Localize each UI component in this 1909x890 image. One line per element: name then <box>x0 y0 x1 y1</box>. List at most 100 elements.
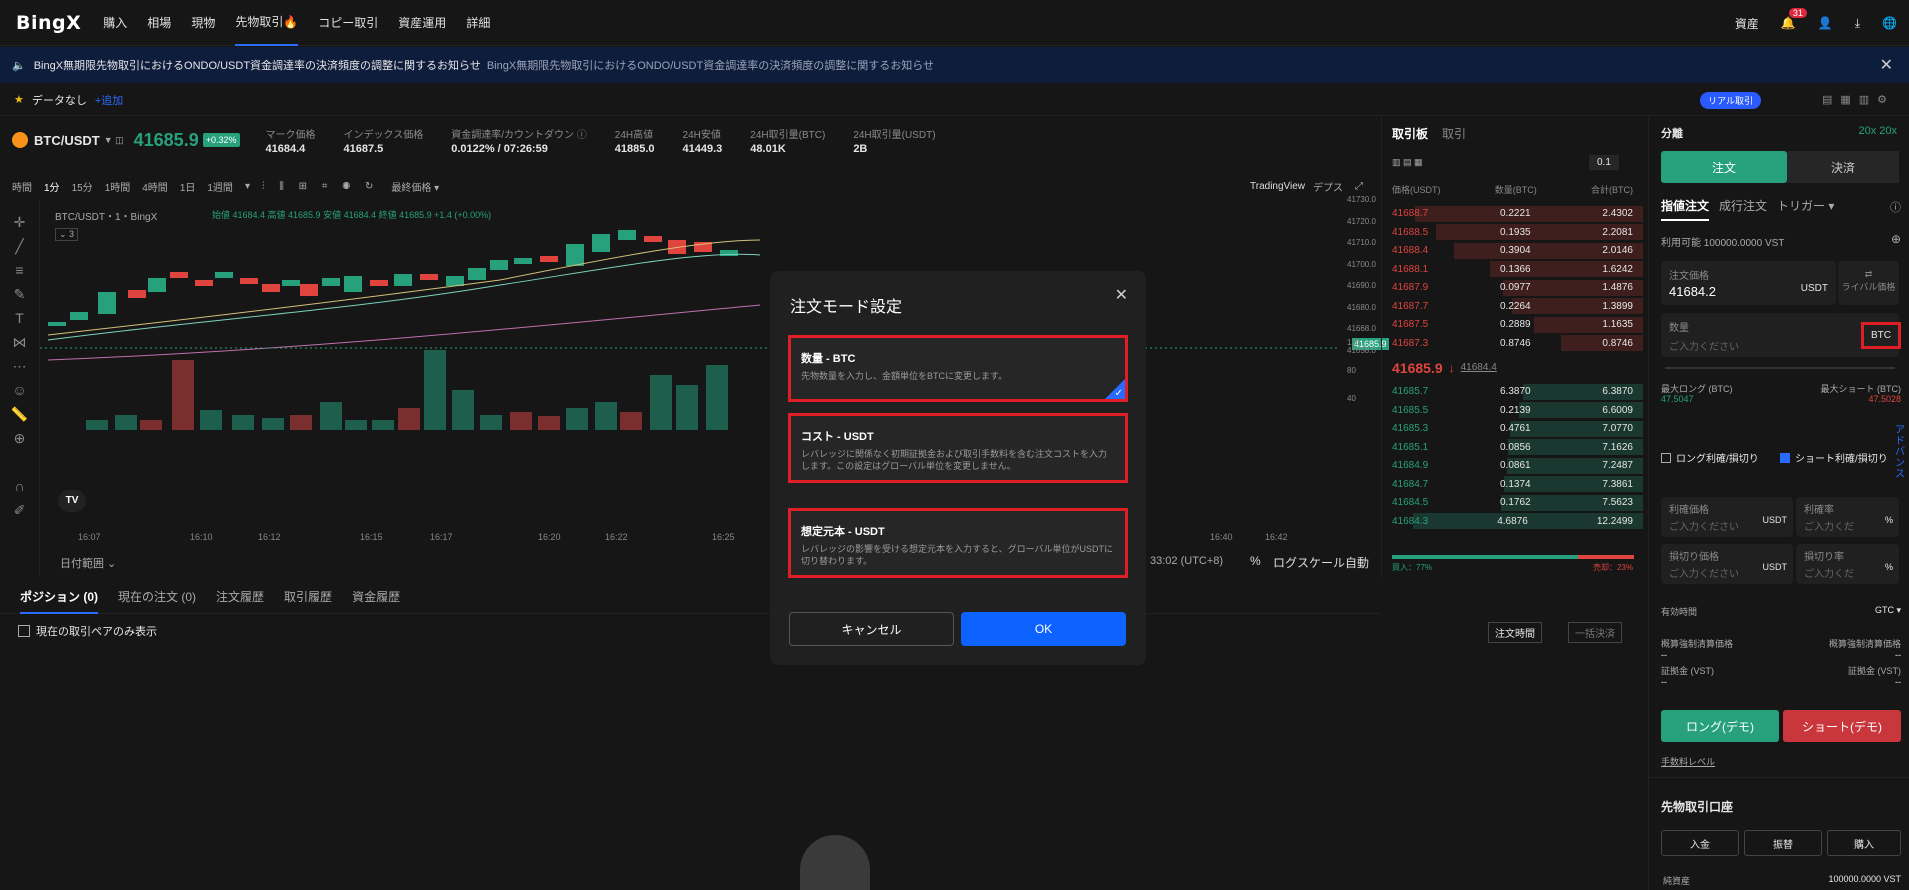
cancel-button[interactable]: キャンセル <box>789 612 954 646</box>
price-chart[interactable]: BTC/USDT・1・BingX 始値 41684.4 高値 41685.9 安… <box>0 195 1389 575</box>
banner-text[interactable]: BingX無期限先物取引におけるONDO/USDT資金調達率の決済頻度の調整に関… <box>34 57 481 73</box>
orderbook-row[interactable]: 41684.5 0.1762 7.5623 <box>1382 494 1643 513</box>
margin-mode[interactable]: 分離 <box>1661 125 1683 141</box>
orderbook-row[interactable]: 41685.7 6.3870 6.3870 <box>1382 383 1643 402</box>
leverage-select[interactable]: 20x 20x <box>1858 125 1897 137</box>
pair-selector[interactable]: BTC/USDT <box>34 133 100 148</box>
globe-icon[interactable]: 🌐 <box>1882 16 1897 30</box>
tp-price-field[interactable]: 利確価格 ご入力ください USDT <box>1661 497 1793 537</box>
interval-15m[interactable]: 15分 <box>72 179 93 194</box>
tab-order-history[interactable]: 注文履歴 <box>216 588 264 605</box>
long-tpsl-checkbox[interactable]: ロング利確/損切り <box>1661 450 1759 465</box>
close-icon[interactable]: ✕ <box>1115 285 1128 305</box>
expand-icon[interactable]: ⤢ <box>1355 181 1363 192</box>
layout-toggle-icons[interactable]: ▥ ▤ ▦ <box>1392 157 1423 168</box>
precision-select[interactable]: 0.1 <box>1589 155 1619 170</box>
quantity-slider[interactable] <box>1665 367 1895 369</box>
sl-rate-field[interactable]: 損切り率 ご入力くだ% <box>1796 544 1899 584</box>
tradingview-tab[interactable]: TradingView <box>1250 181 1305 192</box>
info-icon[interactable]: ⓘ <box>1890 199 1901 215</box>
nav-more[interactable]: 詳細 <box>466 0 490 46</box>
candlestick-chart[interactable] <box>0 200 1380 575</box>
sl-price-field[interactable]: 損切り価格 ご入力ください USDT <box>1661 544 1793 584</box>
log-scale[interactable]: ログスケール <box>1273 554 1345 571</box>
download-icon[interactable]: ⤓ <box>1855 16 1860 31</box>
live-trading-button[interactable]: リアル取引 <box>1700 92 1761 109</box>
add-funds-icon[interactable]: ⊕ <box>1891 232 1901 246</box>
bell-icon[interactable]: 🔔 31 <box>1781 8 1807 30</box>
deposit-button[interactable]: 入金 <box>1661 830 1739 856</box>
orderbook-row[interactable]: 41684.9 0.0861 7.2487 <box>1382 457 1643 476</box>
star-icon[interactable]: ★ <box>14 93 24 106</box>
close-icon[interactable]: ✕ <box>1880 55 1893 75</box>
tab-open-orders[interactable]: 現在の注文 (0) <box>118 588 196 605</box>
drawing-tools-icons[interactable]: ✛ ╱ ≡ ✎ T ⋈ ⋯ ☺ 📏 ⊕ ∩ ✐ <box>0 210 39 522</box>
tab-orderbook[interactable]: 取引板 <box>1392 125 1428 142</box>
option-notional-usdt[interactable]: 想定元本 - USDT レバレッジの影響を受ける想定元本を入力すると、グローバル… <box>788 508 1128 578</box>
rival-price-button[interactable]: ⇄ ライバル価格 <box>1838 261 1899 305</box>
orderbook-row[interactable]: 41685.3 0.4761 7.0770 <box>1382 420 1643 439</box>
interval-more[interactable]: ▾ <box>245 181 250 192</box>
percent-scale[interactable]: % <box>1250 554 1261 568</box>
interval-1w[interactable]: 1週間 <box>207 179 233 194</box>
orderbook-row[interactable]: 41688.7 0.2221 2.4302 <box>1382 205 1643 224</box>
close-all-button[interactable]: 一括決済 <box>1568 622 1622 643</box>
orderbook-row[interactable]: 41684.3 4.6876 12.2499 <box>1382 512 1643 531</box>
option-quantity-btc[interactable]: 数量 - BTC 先物数量を入力し、金額単位をBTCに変更します。 ✓ <box>788 335 1128 402</box>
interval-1d[interactable]: 1日 <box>180 179 196 194</box>
open-tab[interactable]: 注文 <box>1661 151 1787 183</box>
short-button[interactable]: ショート(デモ) <box>1783 710 1901 742</box>
bingx-logo[interactable]: BingX <box>16 12 81 34</box>
nav-earn[interactable]: 資産運用 <box>398 0 446 46</box>
long-button[interactable]: ロング(デモ) <box>1661 710 1779 742</box>
limit-order-tab[interactable]: 指値注文 <box>1661 197 1710 221</box>
advanced-link[interactable]: アドバンス <box>1895 425 1905 480</box>
assets-link[interactable]: 資産 <box>1735 15 1759 32</box>
tab-trade-history[interactable]: 取引履歴 <box>284 588 332 605</box>
price-type-select[interactable]: 最終価格 ▾ <box>391 179 439 194</box>
layout-icons[interactable]: ▤▦▥⚙ <box>1822 93 1895 106</box>
interval-1m[interactable]: 1分 <box>44 179 60 194</box>
buy-crypto-button[interactable]: 購入 <box>1827 830 1901 856</box>
chart-tools-icons[interactable]: ⫶ ⫼ ⊞ ⌗ ◉ ↻ <box>262 181 379 192</box>
fee-level-link[interactable]: 手数料レベル <box>1661 755 1715 768</box>
ok-button[interactable]: OK <box>961 612 1126 646</box>
auto-scale[interactable]: 自動 <box>1345 554 1369 571</box>
interval-4h[interactable]: 4時間 <box>142 179 168 194</box>
nav-buy[interactable]: 購入 <box>103 0 127 46</box>
orderbook-row[interactable]: 41687.5 0.2889 1.1635 <box>1382 316 1643 335</box>
date-range-select[interactable]: 日付範囲 ⌄ <box>60 555 116 571</box>
trigger-order-tab[interactable]: トリガー ▾ <box>1777 197 1834 221</box>
tp-rate-field[interactable]: 利確率 ご入力くだ% <box>1796 497 1899 537</box>
nav-futures[interactable]: 先物取引🔥 <box>235 0 299 46</box>
chevron-down-icon[interactable]: ▼ ◫ <box>104 135 124 146</box>
short-tpsl-checkbox[interactable]: ショート利確/損切り <box>1780 450 1888 465</box>
market-order-tab[interactable]: 成行注文 <box>1719 197 1767 221</box>
nav-market[interactable]: 相場 <box>147 0 171 46</box>
checkbox[interactable] <box>18 625 30 637</box>
user-icon[interactable]: 👤 <box>1818 16 1833 30</box>
orderbook-row[interactable]: 41684.7 0.1374 7.3861 <box>1382 475 1643 494</box>
orderbook-row[interactable]: 41685.1 0.0856 7.1626 <box>1382 438 1643 457</box>
option-cost-usdt[interactable]: コスト - USDT レバレッジに関係なく初期証拠金および取引手数料を含む注文コ… <box>788 413 1128 483</box>
sort-select[interactable]: 注文時間 <box>1488 622 1542 643</box>
validity-select[interactable]: GTC ▾ <box>1875 605 1901 616</box>
tab-funding-history[interactable]: 資金履歴 <box>352 588 400 605</box>
unit-select[interactable]: BTC <box>1861 322 1901 349</box>
orderbook-row[interactable]: 41687.9 0.0977 1.4876 <box>1382 279 1643 298</box>
orderbook-row[interactable]: 41688.4 0.3904 2.0146 <box>1382 242 1643 261</box>
current-pair-filter[interactable]: 現在の取引ペアのみ表示 <box>18 623 157 639</box>
depth-tab[interactable]: デプス <box>1313 179 1343 194</box>
indicators-toggle[interactable]: ⌄ 3 <box>55 228 79 241</box>
add-favorite-link[interactable]: +追加 <box>95 92 123 108</box>
nav-spot[interactable]: 現物 <box>191 0 215 46</box>
orderbook-row[interactable]: 41688.1 0.1366 1.6242 <box>1382 260 1643 279</box>
orderbook-row[interactable]: 41688.5 0.1935 2.2081 <box>1382 223 1643 242</box>
nav-copy-trade[interactable]: コピー取引 <box>318 0 378 46</box>
orderbook-row[interactable]: 41687.7 0.2264 1.3899 <box>1382 297 1643 316</box>
orderbook-row[interactable]: 41685.5 0.2139 6.6009 <box>1382 401 1643 420</box>
close-tab[interactable]: 決済 <box>1787 151 1899 183</box>
tab-trades[interactable]: 取引 <box>1442 125 1466 142</box>
interval-1h[interactable]: 1時間 <box>105 179 131 194</box>
transfer-button[interactable]: 振替 <box>1744 830 1822 856</box>
